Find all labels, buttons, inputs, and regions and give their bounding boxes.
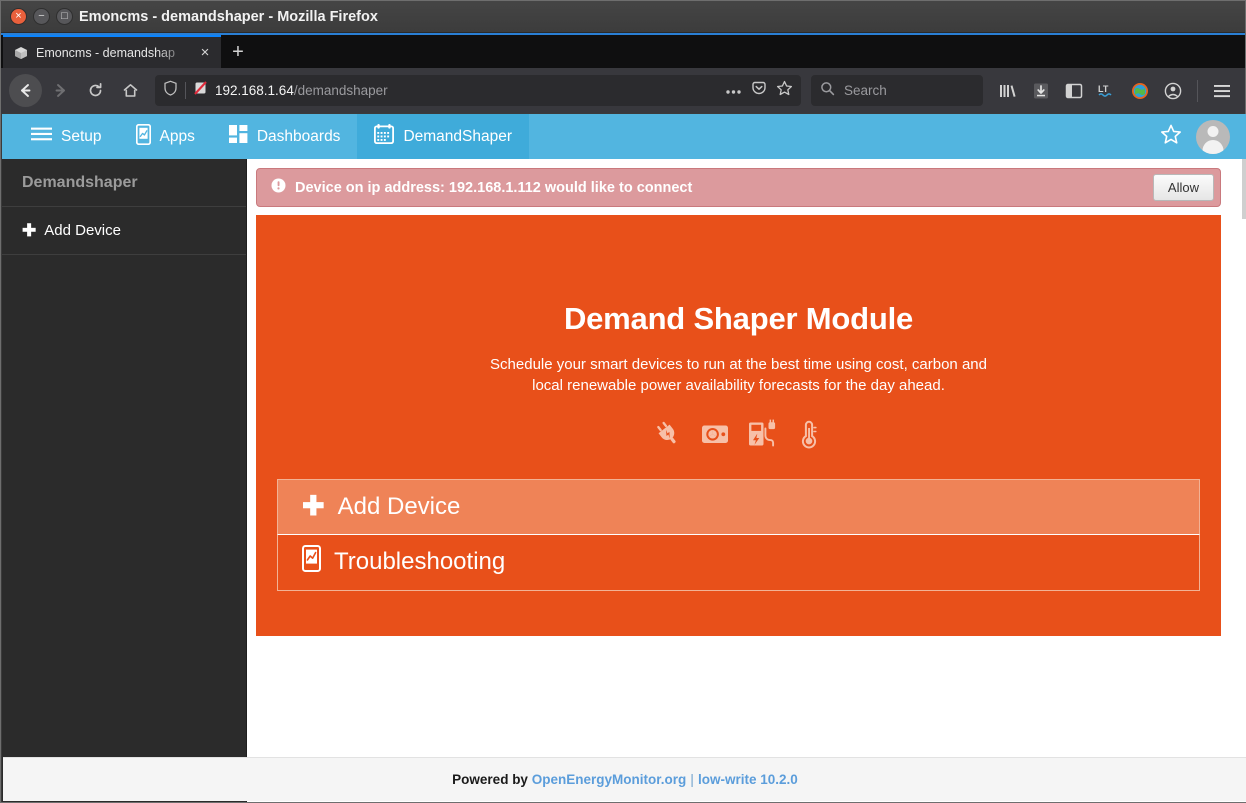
library-icon[interactable] xyxy=(993,76,1023,106)
allow-button[interactable]: Allow xyxy=(1152,174,1214,201)
forward-icon[interactable] xyxy=(44,74,77,107)
footer-separator: | xyxy=(690,772,695,787)
nav-item-demandshaper[interactable]: DemandShaper xyxy=(357,114,530,159)
browser-tabstrip: Emoncms - demandshap × + xyxy=(1,33,1245,68)
nav-item-dashboards[interactable]: Dashboards xyxy=(212,114,358,159)
page-body: Demandshaper ✚ Add Device Device on ip a… xyxy=(2,159,1246,802)
plus-icon: ✚ xyxy=(22,221,37,240)
languagetool-icon[interactable]: LT xyxy=(1092,76,1122,106)
downloads-icon[interactable] xyxy=(1026,76,1056,106)
shield-icon[interactable] xyxy=(163,80,178,101)
web-page-viewport: Setup Apps Dashboards DemandShaper Deman… xyxy=(2,114,1246,802)
browser-toolbar-icons: LT xyxy=(993,76,1237,106)
app-menu-icon[interactable] xyxy=(1207,76,1237,106)
alert-message-wrap: Device on ip address: 192.168.1.112 woul… xyxy=(271,178,692,197)
hero-action-label: Add Device xyxy=(337,492,461,520)
exclamation-circle-icon xyxy=(271,178,286,197)
close-icon[interactable]: × xyxy=(197,45,213,60)
footer-powered-by: Powered by xyxy=(452,772,528,787)
connect-request-alert: Device on ip address: 192.168.1.112 woul… xyxy=(256,168,1221,207)
emoncms-top-nav: Setup Apps Dashboards DemandShaper xyxy=(2,114,1246,159)
search-icon xyxy=(820,81,835,101)
svg-text:LT: LT xyxy=(1098,84,1109,94)
back-icon[interactable] xyxy=(9,74,42,107)
nav-item-label: Apps xyxy=(159,127,195,145)
browser-tab-title: Emoncms - demandshap xyxy=(36,45,175,60)
hero-subtitle: Schedule your smart devices to run at th… xyxy=(490,356,987,395)
hero-device-icons xyxy=(256,419,1221,454)
washing-machine-icon xyxy=(700,419,730,454)
alert-message: Device on ip address: 192.168.1.112 woul… xyxy=(295,179,693,196)
url-bar[interactable]: 192.168.1.64/demandshaper xyxy=(155,75,801,106)
toolbar-divider xyxy=(1197,79,1198,102)
pocket-icon[interactable] xyxy=(751,80,767,101)
url-host: 192.168.1.64 xyxy=(215,83,294,98)
sidebar-item-add-device[interactable]: ✚ Add Device xyxy=(2,207,246,255)
ev-charger-icon xyxy=(747,419,777,454)
plus-icon: ✚ xyxy=(302,491,325,522)
bookmark-star-icon[interactable] xyxy=(776,80,793,101)
account-icon[interactable] xyxy=(1158,76,1188,106)
nav-item-label: Dashboards xyxy=(256,127,341,145)
globe-extension-icon[interactable] xyxy=(1125,76,1155,106)
mobile-chart-icon xyxy=(302,545,321,579)
browser-tab[interactable]: Emoncms - demandshap × xyxy=(3,35,221,68)
calendar-icon xyxy=(374,124,395,149)
url-text: 192.168.1.64/demandshaper xyxy=(215,83,388,98)
new-tab-button[interactable]: + xyxy=(221,35,255,68)
demand-shaper-hero: Demand Shaper Module Schedule your smart… xyxy=(256,215,1221,636)
page-actions-icon[interactable] xyxy=(725,82,742,100)
sidebar-icon[interactable] xyxy=(1059,76,1089,106)
thermostat-icon xyxy=(794,419,824,454)
mobile-chart-icon xyxy=(135,123,151,150)
urlbar-divider xyxy=(185,82,186,99)
window-title: Emoncms - demandshaper - Mozilla Firefox xyxy=(79,9,378,25)
hamburger-icon xyxy=(31,126,52,147)
emoncms-nav-right xyxy=(1160,114,1246,159)
main-content: Device on ip address: 192.168.1.112 woul… xyxy=(247,159,1246,802)
grid-icon xyxy=(228,125,248,148)
user-avatar[interactable] xyxy=(1196,119,1230,154)
hero-add-device-button[interactable]: ✚ Add Device xyxy=(277,478,1200,535)
browser-toolbar: 192.168.1.64/demandshaper Search LT xyxy=(1,68,1245,113)
window-close-button[interactable]: × xyxy=(10,8,27,25)
footer-link-version[interactable]: low-write 10.2.0 xyxy=(698,772,798,787)
reload-icon[interactable] xyxy=(79,74,112,107)
urlbar-actions xyxy=(725,80,793,101)
page-footer: Powered by OpenEnergyMonitor.org | low-wri… xyxy=(3,757,1246,801)
box-favicon xyxy=(13,45,29,61)
firefox-window: × − □ Emoncms - demandshaper - Mozilla F… xyxy=(0,0,1246,803)
home-icon[interactable] xyxy=(114,74,147,107)
sidebar-item-label: Add Device xyxy=(44,222,121,239)
url-path: /demandshaper xyxy=(293,83,388,98)
window-maximize-button[interactable]: □ xyxy=(56,8,73,25)
favourites-star-icon[interactable] xyxy=(1160,124,1182,150)
plug-icon xyxy=(653,419,683,454)
hero-title: Demand Shaper Module xyxy=(563,301,914,336)
sidebar-title: Demandshaper xyxy=(2,159,246,207)
hero-troubleshooting-button[interactable]: Troubleshooting xyxy=(277,534,1200,591)
search-bar[interactable]: Search xyxy=(811,75,983,106)
scrollbar-thumb[interactable] xyxy=(1242,159,1246,219)
nav-item-label: DemandShaper xyxy=(403,127,513,145)
nav-item-label: Setup xyxy=(61,127,102,145)
footer-link-openenergymonitor[interactable]: OpenEnergyMonitor.org xyxy=(532,772,687,787)
nav-item-setup[interactable]: Setup xyxy=(14,114,119,159)
tracking-protection-icon[interactable] xyxy=(193,80,208,101)
nav-item-apps[interactable]: Apps xyxy=(119,114,212,159)
sidebar: Demandshaper ✚ Add Device xyxy=(2,159,247,802)
window-controls: × − □ xyxy=(10,8,73,25)
search-input-placeholder: Search xyxy=(844,83,887,98)
window-titlebar: × − □ Emoncms - demandshaper - Mozilla F… xyxy=(1,1,1245,33)
hero-action-label: Troubleshooting xyxy=(334,548,506,576)
window-minimize-button[interactable]: − xyxy=(33,8,50,25)
hero-action-list: ✚ Add Device Troubleshooting xyxy=(277,478,1200,591)
